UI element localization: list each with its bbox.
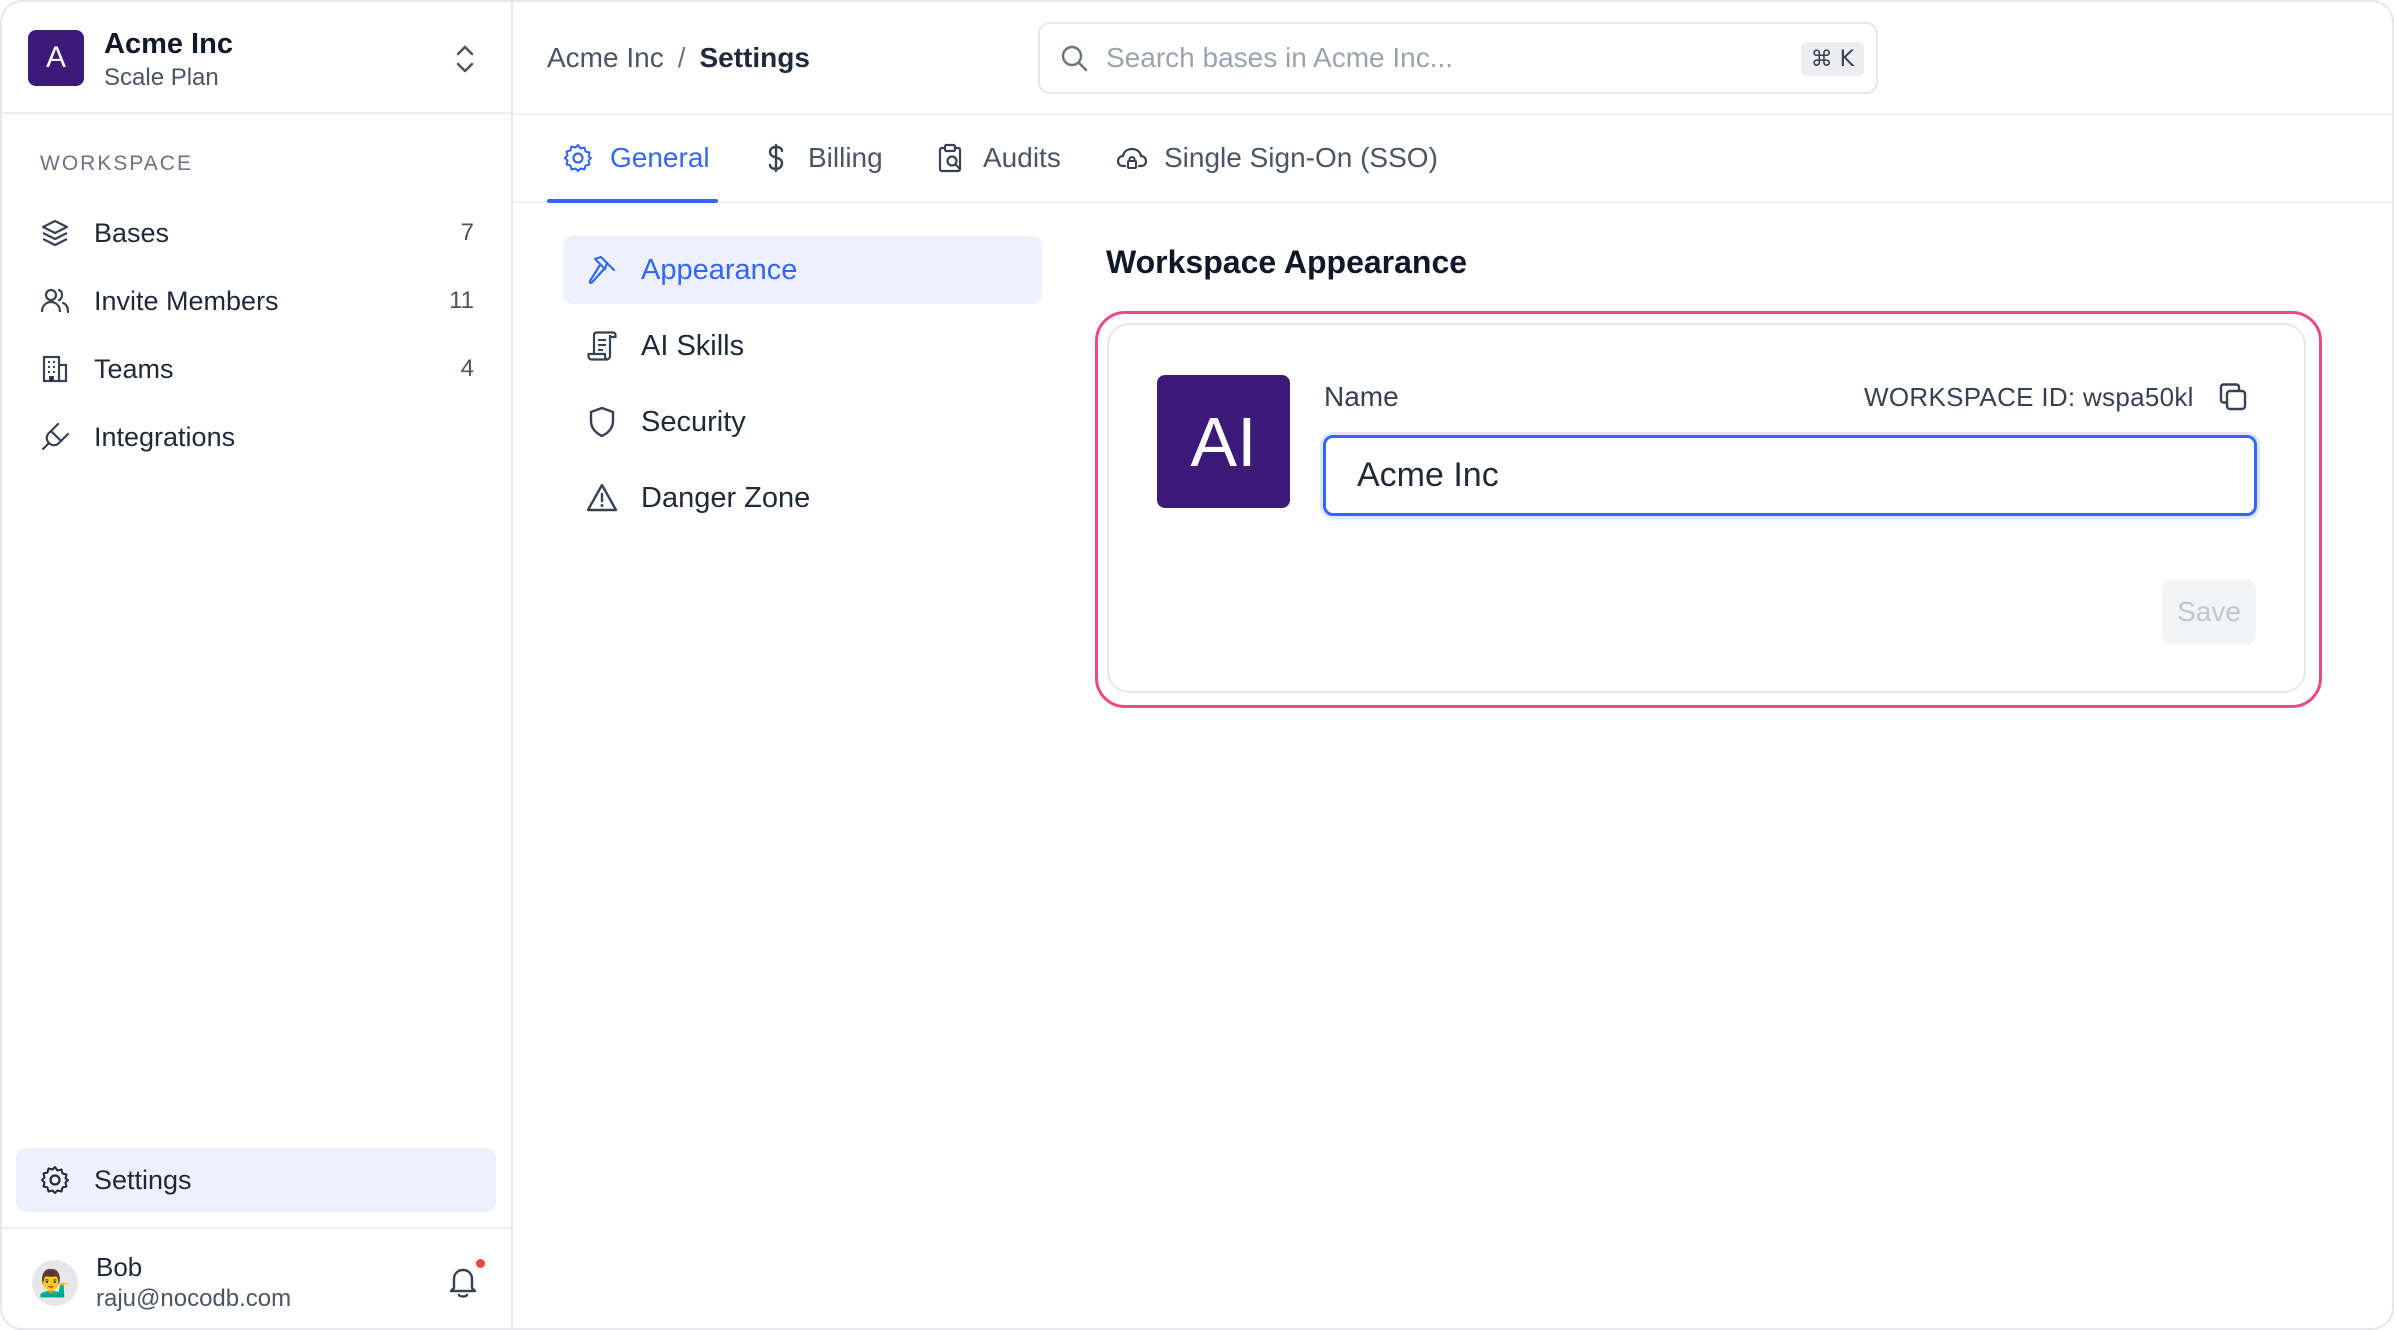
shield-icon: [585, 405, 619, 439]
layers-icon: [38, 216, 72, 250]
workspace-icon-avatar[interactable]: AI: [1157, 375, 1290, 508]
sidebar-item-count: 4: [460, 355, 474, 382]
workspace-plan: Scale Plan: [104, 64, 219, 91]
submenu-item-ai-skills[interactable]: AI Skills: [563, 312, 1042, 380]
sidebar-item-label: Integrations: [94, 421, 236, 452]
top-bar: Acme Inc / Settings ⌘ K: [513, 2, 2392, 115]
shortcut-hint: ⌘ K: [1800, 42, 1864, 76]
tab-label: Single Sign-On (SSO): [1164, 142, 1438, 173]
tab-label: Billing: [808, 142, 883, 173]
search-input[interactable]: [1106, 42, 1766, 74]
workspace-name: Acme Inc: [104, 28, 233, 60]
breadcrumb-parent[interactable]: Acme Inc: [547, 42, 664, 74]
breadcrumb-current: Settings: [699, 42, 810, 73]
submenu-label: Danger Zone: [641, 481, 811, 514]
sidebar-item-count: 7: [460, 219, 474, 246]
workspace-section-label: WORKSPACE: [40, 152, 193, 175]
submenu-label: Appearance: [641, 253, 798, 286]
divider: [2, 1227, 511, 1229]
chevron-up-down-icon[interactable]: [450, 42, 480, 76]
scroll-icon: [585, 329, 619, 363]
cloud-lock-icon: [1116, 142, 1148, 174]
gear-icon: [562, 142, 594, 174]
app-window: A Acme Inc Scale Plan WORKSPACE Bases 7 …: [0, 0, 2394, 1330]
clipboard-search-icon: [935, 142, 967, 174]
submenu-item-security[interactable]: Security: [563, 388, 1042, 456]
search-icon: [1058, 42, 1090, 74]
sidebar-item-bases[interactable]: Bases 7: [24, 204, 490, 262]
tab-label: Audits: [983, 142, 1061, 173]
search-bar[interactable]: ⌘ K: [1038, 22, 1878, 94]
workspace-id: WORKSPACE ID: wspa50kl: [1864, 382, 2194, 412]
tab-label: General: [610, 142, 710, 173]
brush-icon: [585, 253, 619, 287]
active-tab-indicator: [547, 199, 718, 203]
sidebar-item-invite-members[interactable]: Invite Members 11: [24, 272, 490, 330]
sidebar: A Acme Inc Scale Plan WORKSPACE Bases 7 …: [2, 2, 513, 1328]
settings-tabs: General Billing Audits Single Sign-On (S…: [513, 115, 2392, 203]
plug-icon: [38, 420, 72, 454]
warning-icon: [585, 481, 619, 515]
breadcrumb-separator: /: [677, 42, 686, 73]
submenu-label: Security: [641, 405, 746, 438]
sidebar-item-label: Invite Members: [94, 285, 279, 316]
sidebar-item-integrations[interactable]: Integrations: [24, 408, 490, 466]
sidebar-item-settings[interactable]: Settings: [16, 1148, 496, 1212]
bell-icon[interactable]: [446, 1264, 480, 1300]
gear-icon: [38, 1163, 72, 1197]
workspace-switcher[interactable]: A Acme Inc Scale Plan: [2, 2, 511, 114]
user-avatar[interactable]: 💁‍♂️: [32, 1260, 78, 1306]
sidebar-item-label: Teams: [94, 353, 174, 384]
workspace-avatar: A: [28, 30, 84, 86]
sidebar-item-label: Settings: [94, 1164, 192, 1195]
tab-general[interactable]: General: [562, 133, 710, 183]
submenu-label: AI Skills: [641, 329, 745, 362]
submenu-item-danger-zone[interactable]: Danger Zone: [563, 464, 1042, 532]
tab-billing[interactable]: Billing: [760, 133, 883, 183]
sidebar-item-label: Bases: [94, 217, 170, 248]
tab-sso[interactable]: Single Sign-On (SSO): [1116, 133, 1438, 183]
user-email: raju@nocodb.com: [96, 1285, 292, 1312]
save-button[interactable]: Save: [2162, 579, 2256, 645]
sidebar-item-teams[interactable]: Teams 4: [24, 340, 490, 398]
sidebar-item-count: 11: [449, 287, 474, 314]
workspace-name-input[interactable]: [1357, 456, 2237, 495]
tab-audits[interactable]: Audits: [935, 133, 1061, 183]
page-title: Workspace Appearance: [1106, 244, 1468, 280]
building-icon: [38, 352, 72, 386]
workspace-name-field[interactable]: [1323, 435, 2257, 516]
dollar-icon: [760, 142, 792, 174]
submenu-item-appearance[interactable]: Appearance: [563, 236, 1042, 304]
users-icon: [38, 284, 72, 318]
copy-icon[interactable]: [2216, 380, 2250, 414]
name-label: Name: [1324, 381, 1399, 412]
notification-dot: [476, 1259, 485, 1268]
breadcrumb: Acme Inc / Settings: [547, 42, 810, 74]
user-name: Bob: [96, 1252, 143, 1282]
